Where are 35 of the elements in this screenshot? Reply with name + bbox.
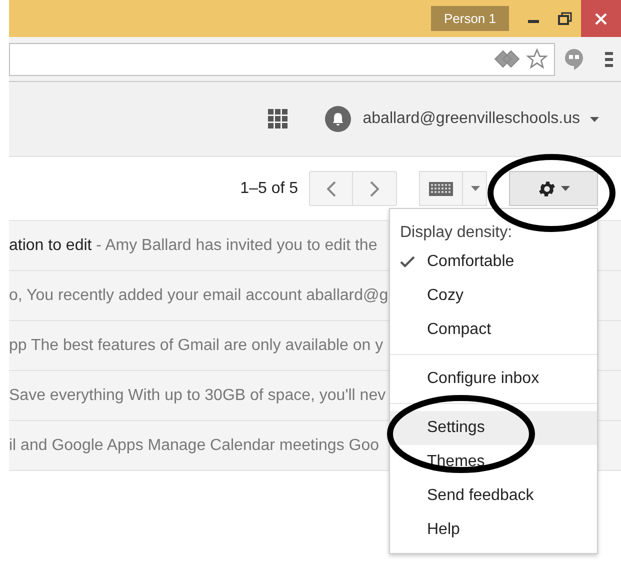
menu-icon[interactable]	[605, 51, 613, 67]
keyboard-button[interactable]	[419, 171, 487, 206]
chat-bubble-icon[interactable]	[564, 48, 584, 70]
next-button[interactable]	[353, 171, 397, 206]
chevron-right-icon	[370, 180, 379, 196]
close-icon	[595, 12, 607, 24]
email-snippet: o, You recently added your email account aballard@g	[9, 286, 388, 306]
page-range: 1–5 of 5	[240, 178, 298, 198]
check-icon	[400, 256, 415, 268]
account-menu[interactable]: aballard@greenvilleschools.us	[362, 107, 599, 131]
caret-icon	[561, 186, 570, 191]
settings-button[interactable]	[509, 171, 598, 206]
settings-icon	[537, 178, 557, 198]
caret-icon	[471, 186, 480, 191]
diamond-icon[interactable]	[494, 50, 520, 68]
caret-icon	[590, 116, 599, 122]
email-snippet: pp The best features of Gmail are only available on y	[9, 336, 384, 356]
minimize-icon	[528, 20, 538, 23]
close-button[interactable]	[581, 0, 621, 37]
menu-item[interactable]: Send feedback	[390, 479, 597, 513]
email-subject: ation to edit	[9, 236, 92, 256]
menu-heading: Display density:	[399, 223, 514, 243]
star-icon[interactable]	[526, 48, 548, 70]
email-snippet: il and Google Apps Manage Calendar meetings Goo	[9, 436, 380, 456]
menu-item[interactable]: Help	[390, 513, 597, 547]
menu-item[interactable]: Cozy	[390, 279, 597, 313]
menu-item[interactable]: Settings	[390, 411, 597, 445]
keyboard-icon	[429, 182, 453, 196]
restore-icon	[558, 12, 572, 25]
bell-icon[interactable]	[324, 106, 351, 132]
email-snippet: - Amy Ballard has invited you to edit the	[95, 236, 378, 256]
previous-button[interactable]	[309, 171, 353, 206]
chevron-left-icon	[326, 180, 336, 196]
apps-grid-icon[interactable]	[268, 109, 288, 129]
email-snippet: Save everything With up to 30GB of space, you'll nev	[9, 386, 386, 406]
